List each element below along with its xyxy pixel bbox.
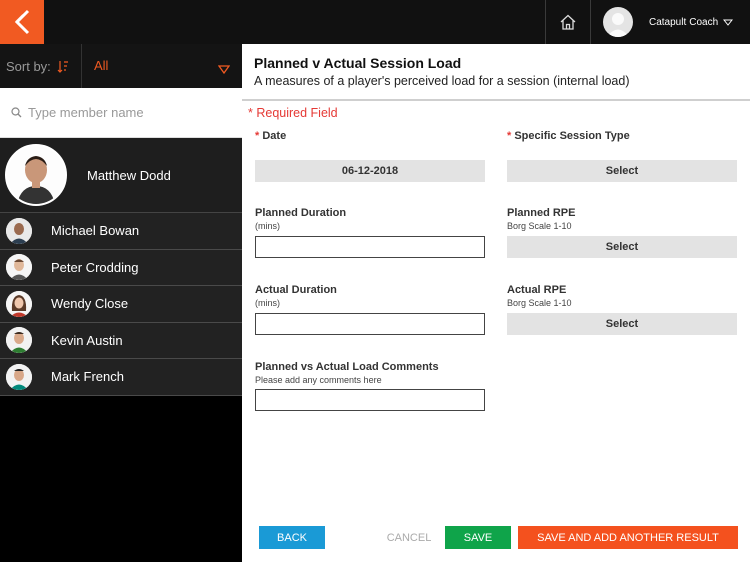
member-search <box>0 88 242 138</box>
planned-rpe-field-label: Planned RPE Borg Scale 1-10 <box>507 207 575 231</box>
home-button[interactable] <box>545 0 591 44</box>
actual-duration-label: Actual Duration <box>255 284 337 296</box>
comments-input[interactable] <box>255 389 485 411</box>
member-name: Wendy Close <box>51 296 129 312</box>
member-name: Mark French <box>51 369 124 385</box>
comments-field-label: Planned vs Actual Load Comments Please a… <box>255 361 439 385</box>
planned-rpe-hint: Borg Scale 1-10 <box>507 221 572 231</box>
list-item[interactable]: Wendy Close <box>0 286 242 323</box>
catapult-logo-icon[interactable] <box>0 0 44 44</box>
search-icon <box>11 107 22 118</box>
list-item[interactable]: Peter Crodding <box>0 249 242 286</box>
planned-rpe-label: Planned RPE <box>507 207 576 219</box>
chevron-down-icon[interactable] <box>217 61 231 79</box>
actual-duration-field-label: Actual Duration (mins) <box>255 284 337 308</box>
list-item[interactable]: Michael Bowan <box>0 213 242 250</box>
comments-label: Planned vs Actual Load Comments <box>255 361 439 373</box>
list-item[interactable]: Mark French <box>0 359 242 396</box>
session-type-label: Specific Session Type <box>514 130 630 142</box>
avatar <box>6 254 32 281</box>
actual-rpe-select[interactable]: Select <box>507 313 737 335</box>
actual-rpe-field-label: Actual RPE Borg Scale 1-10 <box>507 284 572 308</box>
save-and-add-button[interactable]: SAVE AND ADD ANOTHER RESULT <box>518 526 738 549</box>
planned-duration-label: Planned Duration <box>255 207 347 219</box>
avatar <box>6 290 32 317</box>
member-name: Michael Bowan <box>51 223 140 239</box>
avatar <box>6 327 32 354</box>
form-header: Planned v Actual Session Load A measures… <box>242 44 750 101</box>
user-role: Coach <box>689 16 719 28</box>
required-note: * Required Field <box>248 106 338 120</box>
avatar <box>5 144 67 206</box>
save-button[interactable]: SAVE <box>445 526 511 549</box>
top-bar: Catapult Coach <box>0 0 750 44</box>
user-menu[interactable]: Catapult Coach <box>592 0 750 44</box>
selected-member[interactable]: Matthew Dodd <box>0 138 242 213</box>
member-name: Kevin Austin <box>51 332 123 348</box>
planned-duration-hint: (mins) <box>255 221 280 231</box>
date-label: Date <box>262 130 287 142</box>
comments-hint: Please add any comments here <box>255 375 382 385</box>
page-subtitle: A measures of a player's perceived load … <box>254 74 630 88</box>
chevron-down-icon <box>723 19 734 26</box>
actual-duration-hint: (mins) <box>255 298 280 308</box>
cancel-button[interactable]: CANCEL <box>382 526 436 549</box>
list-item[interactable]: Kevin Austin <box>0 322 242 359</box>
date-picker[interactable]: 06-12-2018 <box>255 160 485 182</box>
member-sidebar: Sort by: All Mat <box>0 44 242 562</box>
avatar <box>603 7 633 37</box>
filter-dropdown[interactable]: All <box>94 58 108 73</box>
home-icon <box>560 14 576 30</box>
session-load-form: Planned v Actual Session Load A measures… <box>242 44 750 562</box>
sort-icon[interactable] <box>57 60 69 73</box>
date-field-label: * Date <box>255 130 287 142</box>
actual-rpe-label: Actual RPE <box>507 284 567 296</box>
divider <box>81 44 82 88</box>
planned-rpe-select[interactable]: Select <box>507 236 737 258</box>
actual-rpe-hint: Borg Scale 1-10 <box>507 298 572 308</box>
user-name: Catapult Coach <box>649 16 719 28</box>
avatar <box>6 217 32 244</box>
sort-label: Sort by: <box>6 58 51 74</box>
planned-duration-input[interactable] <box>255 236 485 258</box>
back-button[interactable]: BACK <box>259 526 325 549</box>
page-title: Planned v Actual Session Load <box>254 55 462 71</box>
actual-duration-input[interactable] <box>255 313 485 335</box>
session-type-select[interactable]: Select <box>507 160 737 182</box>
sort-bar: Sort by: All <box>0 44 242 88</box>
search-input[interactable] <box>28 105 228 120</box>
planned-duration-field-label: Planned Duration (mins) <box>255 207 346 231</box>
member-name: Matthew Dodd <box>87 167 171 183</box>
member-name: Peter Crodding <box>51 259 139 275</box>
avatar <box>6 363 32 390</box>
session-type-field-label: * Specific Session Type <box>507 130 630 142</box>
